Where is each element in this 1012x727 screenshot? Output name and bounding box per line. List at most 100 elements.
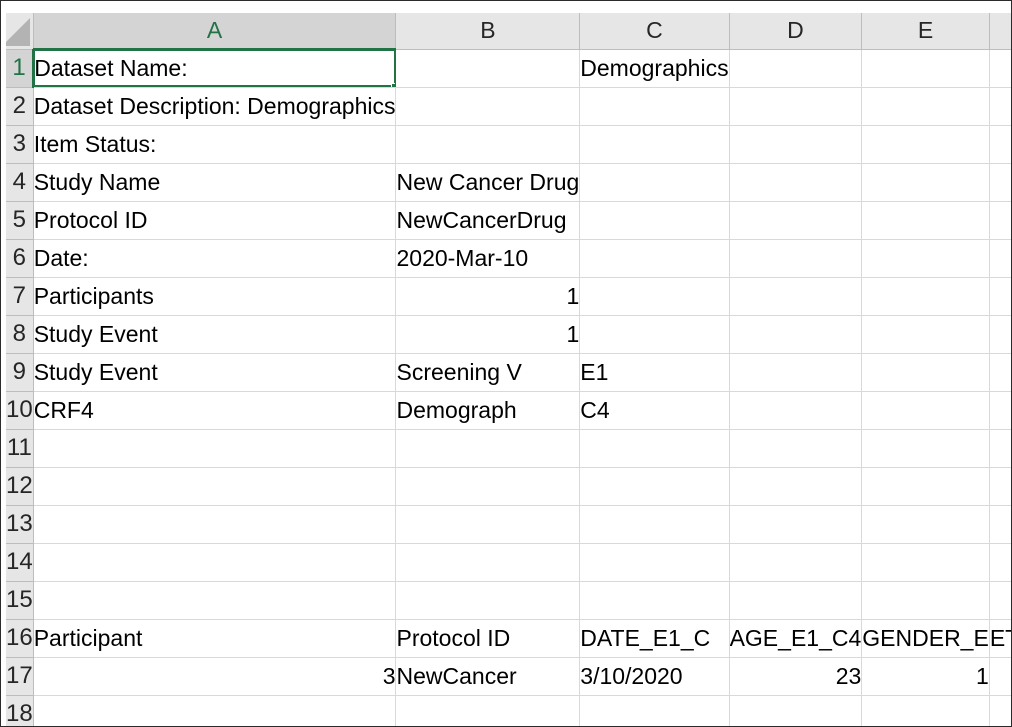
row-header-4[interactable]: 4 bbox=[6, 163, 34, 202]
cell-c12[interactable] bbox=[579, 467, 730, 506]
cell-a18[interactable] bbox=[33, 695, 397, 726]
row-header-13[interactable]: 13 bbox=[6, 505, 34, 544]
cell-f8[interactable] bbox=[989, 315, 1011, 354]
cell-e8[interactable] bbox=[861, 315, 990, 354]
active-cell-a1[interactable]: Dataset Name: bbox=[33, 49, 397, 88]
cell-b17[interactable]: NewCancer bbox=[395, 657, 581, 696]
spreadsheet-grid[interactable]: A B C D E F G 1Dataset Name:Demographics… bbox=[0, 0, 1012, 727]
cell-e7[interactable] bbox=[861, 277, 990, 316]
cell-b3[interactable] bbox=[395, 125, 581, 164]
cell-c7[interactable] bbox=[579, 277, 730, 316]
row-header-18[interactable]: 18 bbox=[6, 695, 34, 726]
row-header-6[interactable]: 6 bbox=[6, 239, 34, 278]
cell-e14[interactable] bbox=[861, 543, 990, 582]
cell-d17[interactable]: 23 bbox=[729, 657, 863, 696]
row-header-14[interactable]: 14 bbox=[6, 543, 34, 582]
cell-d13[interactable] bbox=[729, 505, 863, 544]
row-header-11[interactable]: 11 bbox=[6, 429, 34, 468]
cell-d10[interactable] bbox=[729, 391, 863, 430]
cell-c11[interactable] bbox=[579, 429, 730, 468]
cell-b10[interactable]: Demograph bbox=[395, 391, 581, 430]
column-header-d[interactable]: D bbox=[729, 13, 863, 50]
cell-a14[interactable] bbox=[33, 543, 397, 582]
cell-d16[interactable]: AGE_E1_C4 bbox=[729, 619, 863, 658]
cell-e1[interactable] bbox=[861, 49, 990, 88]
cell-f1[interactable] bbox=[989, 49, 1011, 88]
cell-f6[interactable] bbox=[989, 239, 1011, 278]
cell-b7[interactable]: 1 bbox=[395, 277, 581, 316]
cell-f18[interactable] bbox=[989, 695, 1011, 726]
cell-f3[interactable] bbox=[989, 125, 1011, 164]
cell-d18[interactable] bbox=[729, 695, 863, 726]
cell-b1[interactable] bbox=[395, 49, 581, 88]
cell-e18[interactable] bbox=[861, 695, 990, 726]
cell-f5[interactable] bbox=[989, 201, 1011, 240]
cell-d11[interactable] bbox=[729, 429, 863, 468]
cell-e10[interactable] bbox=[861, 391, 990, 430]
cell-e11[interactable] bbox=[861, 429, 990, 468]
cell-f16[interactable]: ETHNICITY_ bbox=[989, 619, 1011, 658]
cell-f15[interactable] bbox=[989, 581, 1011, 620]
cell-c16[interactable]: DATE_E1_C bbox=[579, 619, 730, 658]
cell-b13[interactable] bbox=[395, 505, 581, 544]
cell-d1[interactable] bbox=[729, 49, 863, 88]
cell-d4[interactable] bbox=[729, 163, 863, 202]
cell-f13[interactable] bbox=[989, 505, 1011, 544]
row-header-3[interactable]: 3 bbox=[6, 125, 34, 164]
row-header-8[interactable]: 8 bbox=[6, 315, 34, 354]
cell-b11[interactable] bbox=[395, 429, 581, 468]
row-header-5[interactable]: 5 bbox=[6, 201, 34, 240]
cell-c9[interactable]: E1 bbox=[579, 353, 730, 392]
cell-b15[interactable] bbox=[395, 581, 581, 620]
row-header-10[interactable]: 10 bbox=[6, 391, 34, 430]
cell-a15[interactable] bbox=[33, 581, 397, 620]
cell-a8[interactable]: Study Event bbox=[33, 315, 397, 354]
cell-d12[interactable] bbox=[729, 467, 863, 506]
row-header-16[interactable]: 16 bbox=[6, 619, 34, 658]
row-header-15[interactable]: 15 bbox=[6, 581, 34, 620]
cell-f11[interactable] bbox=[989, 429, 1011, 468]
cell-b12[interactable] bbox=[395, 467, 581, 506]
cell-c6[interactable] bbox=[579, 239, 730, 278]
select-all-button[interactable] bbox=[6, 13, 34, 50]
cell-b16[interactable]: Protocol ID bbox=[395, 619, 581, 658]
cell-a9[interactable]: Study Event bbox=[33, 353, 397, 392]
column-header-c[interactable]: C bbox=[579, 13, 730, 50]
cell-f7[interactable] bbox=[989, 277, 1011, 316]
column-header-b[interactable]: B bbox=[395, 13, 581, 50]
column-header-a[interactable]: A bbox=[33, 13, 397, 50]
cell-d2[interactable] bbox=[729, 87, 863, 126]
cell-b14[interactable] bbox=[395, 543, 581, 582]
cell-a11[interactable] bbox=[33, 429, 397, 468]
cell-c15[interactable] bbox=[579, 581, 730, 620]
cell-b2[interactable] bbox=[395, 87, 581, 126]
column-header-f[interactable]: F bbox=[989, 13, 1011, 50]
cell-a12[interactable] bbox=[33, 467, 397, 506]
row-header-1[interactable]: 1 bbox=[6, 49, 35, 88]
cell-c10[interactable]: C4 bbox=[579, 391, 730, 430]
cell-b8[interactable]: 1 bbox=[395, 315, 581, 354]
cell-f12[interactable] bbox=[989, 467, 1011, 506]
row-header-9[interactable]: 9 bbox=[6, 353, 34, 392]
row-header-12[interactable]: 12 bbox=[6, 467, 34, 506]
cell-e16[interactable]: GENDER_E bbox=[861, 619, 990, 658]
cell-f9[interactable] bbox=[989, 353, 1011, 392]
cell-c4[interactable] bbox=[579, 163, 730, 202]
column-header-e[interactable]: E bbox=[861, 13, 990, 50]
cell-c1[interactable]: Demographics bbox=[579, 49, 730, 88]
cell-e5[interactable] bbox=[861, 201, 990, 240]
cell-d5[interactable] bbox=[729, 201, 863, 240]
cell-f4[interactable] bbox=[989, 163, 1011, 202]
cell-e13[interactable] bbox=[861, 505, 990, 544]
cell-d14[interactable] bbox=[729, 543, 863, 582]
cell-a10[interactable]: CRF4 bbox=[33, 391, 397, 430]
cell-b9[interactable]: Screening V bbox=[395, 353, 581, 392]
cell-c2[interactable] bbox=[579, 87, 730, 126]
cell-a17[interactable]: 3 bbox=[33, 657, 397, 696]
cell-e3[interactable] bbox=[861, 125, 990, 164]
cell-a4[interactable]: Study Name bbox=[33, 163, 397, 202]
cell-a2[interactable]: Dataset Description: Demographics bbox=[33, 87, 397, 126]
cell-c5[interactable] bbox=[579, 201, 730, 240]
cell-c18[interactable] bbox=[579, 695, 730, 726]
cell-c17[interactable]: 3/10/2020 bbox=[579, 657, 730, 696]
